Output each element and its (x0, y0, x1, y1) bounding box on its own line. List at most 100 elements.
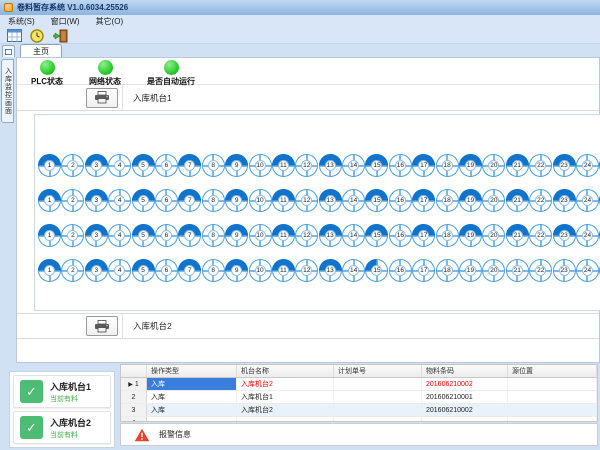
reel-slot[interactable]: 14 (342, 189, 365, 212)
grid-cell[interactable] (334, 391, 422, 403)
reel-slot[interactable]: 19 (459, 224, 482, 247)
reel-slot[interactable]: 7 (178, 224, 201, 247)
reel-slot[interactable]: 5 (132, 189, 155, 212)
grid-column-header[interactable]: 计划单号 (334, 365, 422, 377)
row-header-cell[interactable]: ▶1 (121, 378, 147, 390)
reel-slot[interactable]: 16 (389, 224, 412, 247)
grid-cell[interactable] (508, 404, 597, 416)
reel-slot[interactable]: 22 (529, 224, 552, 247)
reel-slot[interactable]: 1 (38, 259, 61, 282)
reel-slot[interactable]: 16 (389, 259, 412, 282)
machine-card-2[interactable]: ✓入库机台2当前有料 (13, 411, 111, 444)
grid-cell[interactable] (237, 417, 334, 422)
reel-slot[interactable]: 15 (365, 189, 388, 212)
reel-slot[interactable]: 2 (61, 224, 84, 247)
machine2-print-button[interactable] (86, 316, 118, 336)
reel-slot[interactable]: 11 (272, 224, 295, 247)
reel-slot[interactable]: 17 (412, 154, 435, 177)
reel-slot[interactable]: 10 (249, 189, 272, 212)
reel-slot[interactable]: 17 (412, 259, 435, 282)
grid-column-header[interactable]: 操作类型 (147, 365, 237, 377)
reel-slot[interactable]: 11 (272, 259, 295, 282)
reel-slot[interactable]: 21 (506, 259, 529, 282)
reel-slot[interactable]: 8 (202, 259, 225, 282)
tab-home[interactable]: 主页 (20, 44, 62, 57)
row-header-cell[interactable]: 4 (121, 417, 147, 422)
reel-slot[interactable]: 16 (389, 189, 412, 212)
menu-item-0[interactable]: 系统(S) (8, 16, 35, 27)
reel-slot[interactable]: 18 (436, 189, 459, 212)
reel-slot[interactable]: 12 (295, 259, 318, 282)
reel-slot[interactable]: 23 (553, 154, 576, 177)
grid-cell[interactable] (334, 378, 422, 390)
reel-slot[interactable]: 19 (459, 189, 482, 212)
reel-slot[interactable]: 6 (155, 189, 178, 212)
reel-slot[interactable]: 13 (319, 259, 342, 282)
reel-slot[interactable]: 24 (576, 224, 599, 247)
reel-slot[interactable]: 20 (482, 189, 505, 212)
reel-slot[interactable]: 17 (412, 189, 435, 212)
row-header-cell[interactable]: 2 (121, 391, 147, 403)
reel-slot[interactable]: 22 (529, 154, 552, 177)
reel-slot[interactable]: 17 (412, 224, 435, 247)
grid-cell[interactable] (334, 404, 422, 416)
grid-row-2[interactable]: 2入库入库机台1201606210001 (121, 391, 597, 404)
reel-slot[interactable]: 13 (319, 224, 342, 247)
reel-slot[interactable]: 5 (132, 154, 155, 177)
reel-slot[interactable]: 6 (155, 154, 178, 177)
grid-column-header[interactable]: 源位置 (508, 365, 597, 377)
machine1-print-button[interactable] (86, 88, 118, 108)
reel-slot[interactable]: 2 (61, 189, 84, 212)
reel-slot[interactable]: 8 (202, 154, 225, 177)
reel-slot[interactable]: 11 (272, 154, 295, 177)
reel-slot[interactable]: 20 (482, 224, 505, 247)
reel-slot[interactable]: 13 (319, 189, 342, 212)
grid-cell[interactable]: 入库机台2 (237, 404, 334, 416)
reel-slot[interactable]: 2 (61, 154, 84, 177)
grid-cell[interactable]: 入库 (147, 404, 237, 416)
reel-slot[interactable]: 1 (38, 154, 61, 177)
calendar-icon[interactable] (6, 29, 22, 43)
reel-slot[interactable]: 16 (389, 154, 412, 177)
reel-slot[interactable]: 5 (132, 224, 155, 247)
reel-slot[interactable]: 13 (319, 154, 342, 177)
reel-slot[interactable]: 9 (225, 189, 248, 212)
reel-slot[interactable]: 15 (365, 224, 388, 247)
reel-slot[interactable]: 4 (108, 224, 131, 247)
reel-slot[interactable]: 12 (295, 154, 318, 177)
grid-row-3[interactable]: 3入库入库机台2201606210002 (121, 404, 597, 417)
reel-slot[interactable]: 21 (506, 224, 529, 247)
reel-slot[interactable]: 18 (436, 224, 459, 247)
grid-cell[interactable] (508, 391, 597, 403)
reel-slot[interactable]: 23 (553, 259, 576, 282)
collapsed-panel-tab[interactable] (2, 45, 15, 57)
reel-slot[interactable]: 1 (38, 224, 61, 247)
grid-cell[interactable]: 入库 (147, 391, 237, 403)
reel-slot[interactable]: 21 (506, 189, 529, 212)
reel-slot[interactable]: 18 (436, 259, 459, 282)
reel-slot[interactable]: 20 (482, 154, 505, 177)
reel-slot[interactable]: 14 (342, 154, 365, 177)
grid-row-1[interactable]: ▶1入库入库机台2201606210002 (121, 378, 597, 391)
exit-door-icon[interactable] (52, 29, 68, 43)
reel-slot[interactable]: 3 (85, 259, 108, 282)
reel-slot[interactable]: 9 (225, 259, 248, 282)
reel-slot[interactable]: 9 (225, 154, 248, 177)
side-tab-monitor[interactable]: 入库监控画面 (1, 59, 14, 123)
reel-slot[interactable]: 2 (61, 259, 84, 282)
reel-slot[interactable]: 7 (178, 189, 201, 212)
grid-cell[interactable] (508, 378, 597, 390)
reel-slot[interactable]: 22 (529, 259, 552, 282)
reel-slot[interactable]: 15 (365, 259, 388, 282)
reel-slot[interactable]: 7 (178, 259, 201, 282)
grid-cell[interactable] (508, 417, 597, 422)
reel-slot[interactable]: 14 (342, 224, 365, 247)
reel-slot[interactable]: 3 (85, 189, 108, 212)
reel-slot[interactable]: 5 (132, 259, 155, 282)
reel-slot[interactable]: 24 (576, 259, 599, 282)
grid-cell[interactable]: 201606210001 (422, 391, 508, 403)
reel-slot[interactable]: 10 (249, 224, 272, 247)
reel-slot[interactable]: 11 (272, 189, 295, 212)
reel-slot[interactable]: 4 (108, 154, 131, 177)
reel-slot[interactable]: 10 (249, 259, 272, 282)
